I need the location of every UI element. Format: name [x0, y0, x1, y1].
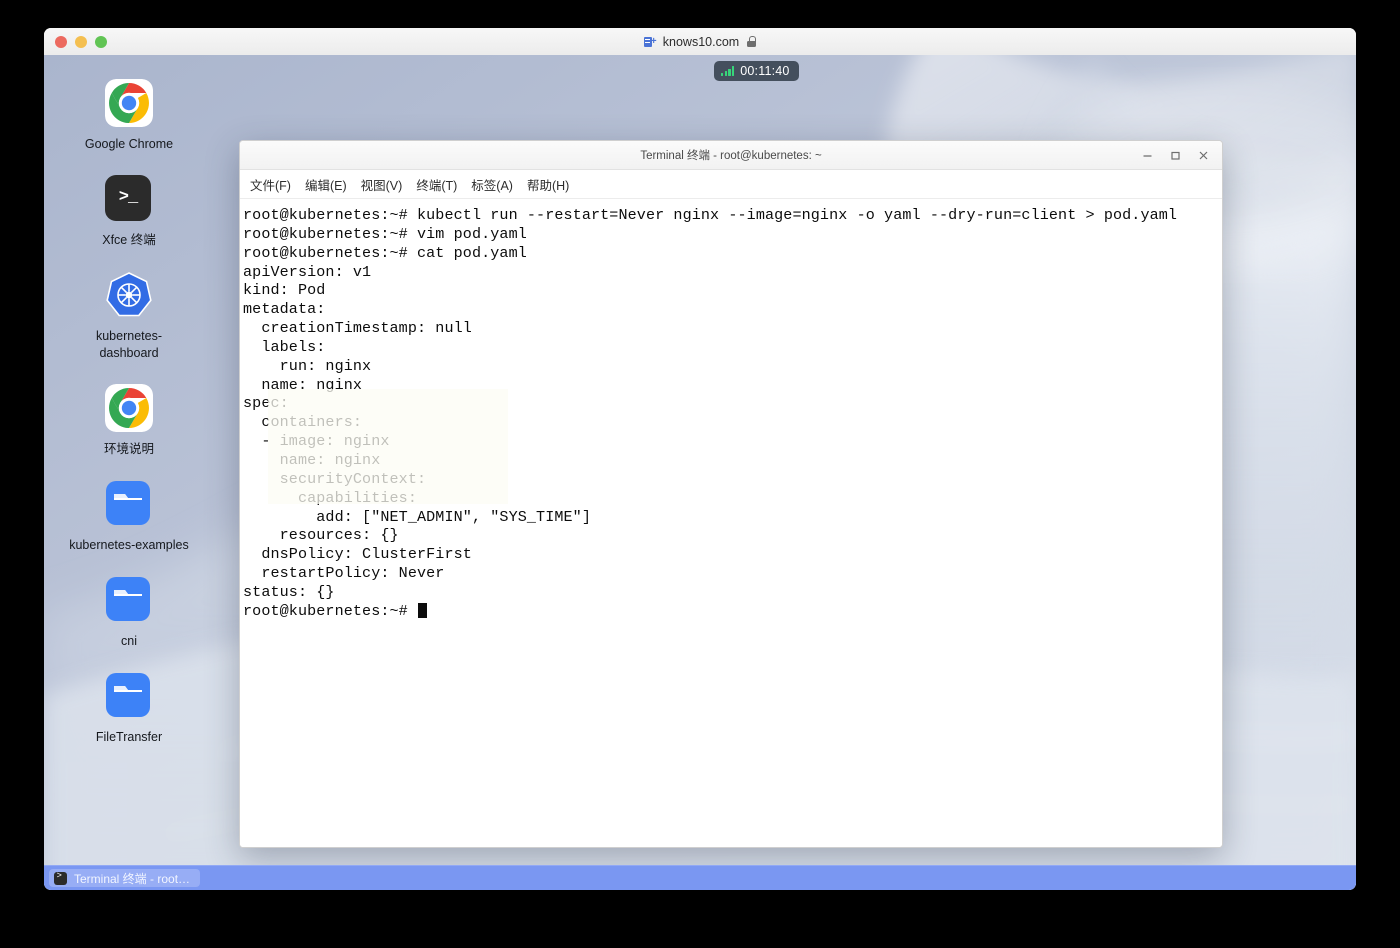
browser-titlebar: + knows10.com [44, 28, 1356, 56]
desktop-icon-label: Xfce 终端 [102, 233, 156, 247]
taskbar-item-label: Terminal 终端 - root… [74, 871, 191, 886]
menu-terminal[interactable]: 终端(T) [410, 172, 463, 197]
terminal-line: root@kubernetes:~# kubectl run --restart… [243, 206, 1178, 224]
terminal-menubar[interactable]: 文件(F) 编辑(E) 视图(V) 终端(T) 标签(A) 帮助(H) [240, 170, 1222, 199]
terminal-line: resources: {} [243, 526, 399, 545]
desktop-icon-label: cni [121, 634, 137, 648]
folder-icon [105, 480, 153, 528]
chrome-icon [105, 79, 153, 127]
desktop-icon-huanjing-shuoming[interactable]: 环境说明 [54, 378, 204, 460]
screen: + knows10.com 00:11:40 Google Chrome >_ … [0, 0, 1400, 948]
terminal-cursor [418, 602, 427, 618]
desktop-icon-label: 环境说明 [103, 442, 154, 456]
terminal-line: run: nginx [243, 356, 372, 375]
desktop-icon-cni[interactable]: cni [54, 570, 204, 652]
desktop-icon-kubernetes-examples[interactable]: kubernetes-examples [54, 474, 204, 556]
desktop-icon-grid: Google Chrome >_ Xfce 终端 kubernetes-dash… [44, 73, 224, 762]
timer-value: 00:11:40 [740, 64, 790, 78]
zoom-window-button[interactable] [95, 35, 107, 48]
extension-add-icon: + [643, 36, 657, 48]
menu-view[interactable]: 视图(V) [355, 172, 409, 197]
terminal-icon [54, 871, 67, 885]
desktop-icon-label: FileTransfer [95, 730, 163, 744]
menu-tabs[interactable]: 标签(A) [465, 172, 519, 197]
lock-icon [747, 36, 757, 47]
menu-edit[interactable]: 编辑(E) [299, 172, 353, 197]
minimize-window-button[interactable] [75, 35, 87, 48]
terminal-line: root@kubernetes:~# cat pod.yaml [243, 243, 527, 262]
terminal-line: metadata: [243, 300, 326, 319]
url-display: + knows10.com [44, 28, 1356, 55]
taskbar: Terminal 终端 - root… [44, 865, 1356, 890]
desktop-icon-kubernetes-dashboard[interactable]: kubernetes-dashboard [54, 265, 204, 364]
session-timer-badge: 00:11:40 [714, 61, 799, 81]
chrome-icon [105, 384, 153, 432]
terminal-line: securityContext: [243, 469, 427, 488]
terminal-line: name: nginx [243, 450, 381, 469]
desktop-icon-google-chrome[interactable]: Google Chrome [54, 73, 204, 155]
terminal-line: - image: nginx [243, 432, 390, 451]
menu-file[interactable]: 文件(F) [244, 172, 297, 197]
terminal-line: status: {} [243, 582, 335, 601]
desktop-icon-label: kubernetes-dashboard [95, 329, 162, 360]
terminal-line: creationTimestamp: null [243, 319, 472, 338]
terminal-prompt-line: root@kubernetes:~# [243, 602, 1222, 621]
desktop-icon-label: kubernetes-examples [69, 538, 189, 552]
desktop: 00:11:40 Google Chrome >_ Xfce 终端 kubern… [44, 55, 1356, 890]
minimize-button[interactable] [1134, 144, 1160, 166]
maximize-button[interactable] [1162, 144, 1188, 166]
terminal-line: containers: [243, 413, 363, 432]
browser-window: + knows10.com 00:11:40 Google Chrome >_ … [44, 28, 1356, 890]
terminal-line: root@kubernetes:~# vim pod.yaml [243, 224, 527, 243]
terminal-line: spec: [243, 394, 289, 413]
terminal-line: restartPolicy: Never [243, 564, 445, 583]
url-text: knows10.com [662, 34, 740, 49]
terminal-prompt: root@kubernetes:~# [243, 601, 417, 620]
desktop-icon-xfce-terminal[interactable]: >_ Xfce 终端 [54, 169, 204, 251]
terminal-line: apiVersion: v1 [243, 262, 372, 281]
terminal-line: name: nginx [243, 375, 363, 394]
window-traffic-lights[interactable] [55, 35, 107, 48]
terminal-icon: >_ [105, 175, 153, 223]
terminal-line: kind: Pod [243, 281, 326, 300]
terminal-window-controls[interactable] [1134, 144, 1216, 166]
folder-icon [105, 576, 153, 624]
terminal-window: Terminal 终端 - root@kubernetes: ~ 文件(F) 编… [239, 140, 1223, 848]
kubernetes-icon [105, 271, 153, 319]
terminal-title: Terminal 终端 - root@kubernetes: ~ [640, 150, 822, 162]
menu-help[interactable]: 帮助(H) [521, 172, 575, 197]
desktop-icon-filetransfer[interactable]: FileTransfer [54, 666, 204, 748]
terminal-line: capabilities: [243, 488, 417, 507]
taskbar-item-terminal[interactable]: Terminal 终端 - root… [49, 869, 201, 887]
close-button[interactable] [1190, 144, 1216, 166]
desktop-icon-label: Google Chrome [84, 137, 174, 151]
terminal-titlebar[interactable]: Terminal 终端 - root@kubernetes: ~ [240, 141, 1222, 170]
signal-bars-icon [721, 66, 735, 76]
folder-icon [105, 672, 153, 720]
terminal-output[interactable]: root@kubernetes:~# kubectl run --restart… [240, 199, 1222, 847]
terminal-line: labels: [243, 337, 326, 356]
terminal-line: add: ["NET_ADMIN", "SYS_TIME"] [243, 507, 591, 526]
close-window-button[interactable] [55, 35, 67, 48]
terminal-line: dnsPolicy: ClusterFirst [243, 545, 472, 564]
